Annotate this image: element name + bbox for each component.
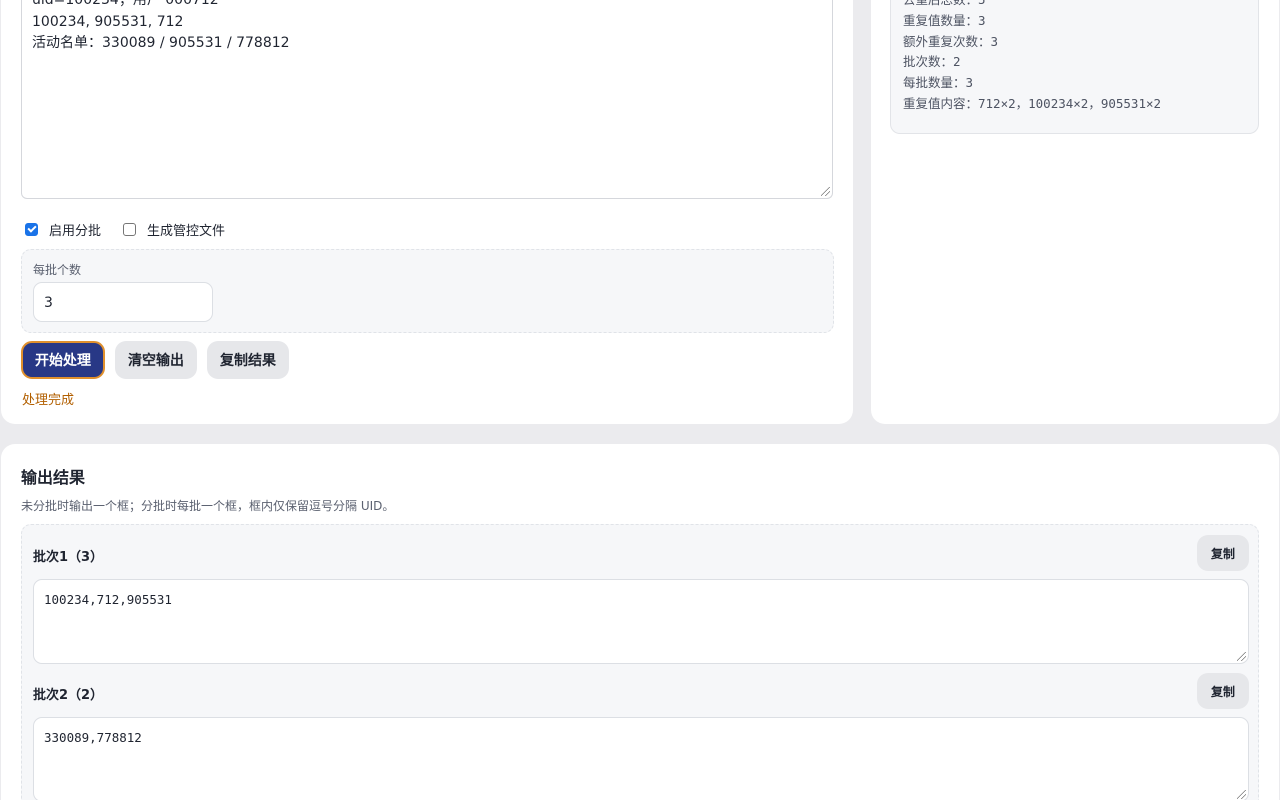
output-panel: 批次1（3） 复制 100234,712,905531 批次2（2） 复制 33… xyxy=(21,524,1259,800)
input-line: 活动名单：330089 / 905531 / 778812 xyxy=(32,35,290,51)
action-buttons: 开始处理 清空输出 复制结果 xyxy=(21,341,289,379)
stat-line: 重复值数量：3 xyxy=(903,12,986,28)
batch-size-input[interactable]: 3 xyxy=(33,282,213,322)
stat-line: 额外重复次数：3 xyxy=(903,33,999,49)
resize-handle[interactable] xyxy=(1237,790,1246,799)
control-file-checkbox-label[interactable]: 生成管控文件 xyxy=(147,220,225,239)
output-description: 未分批时输出一个框；分批时每批一个框，框内仅保留逗号分隔 UID。 xyxy=(21,499,395,513)
resize-handle[interactable] xyxy=(821,187,830,196)
batch-header: 批次2（2） 复制 xyxy=(33,673,1249,709)
batch-header: 批次1（3） 复制 xyxy=(33,535,1249,571)
batch-title: 批次1（3） xyxy=(33,550,104,565)
batch-output-textarea[interactable]: 330089,778812 xyxy=(33,717,1249,800)
copy-result-button[interactable]: 复制结果 xyxy=(207,341,289,379)
stat-line: 每批数量：3 xyxy=(903,75,974,91)
copy-batch-button[interactable]: 复制 xyxy=(1197,673,1249,709)
stats-card: 去重后总数：5 重复值数量：3 额外重复次数：3 批次数：2 每批数量：3 重复… xyxy=(871,0,1279,424)
resize-handle[interactable] xyxy=(1237,652,1246,661)
input-card: uid=100234；用户 000712 100234, 905531, 712… xyxy=(1,0,853,424)
start-button[interactable]: 开始处理 xyxy=(21,341,105,379)
batch-output-textarea[interactable]: 100234,712,905531 xyxy=(33,579,1249,664)
uid-input-textarea[interactable]: uid=100234；用户 000712 100234, 905531, 712… xyxy=(21,0,833,199)
batch-content: 330089,778812 xyxy=(44,730,142,745)
input-line: uid=100234；用户 000712 xyxy=(32,0,219,8)
clear-output-button[interactable]: 清空输出 xyxy=(115,341,197,379)
control-file-checkbox[interactable] xyxy=(123,223,137,236)
stat-line: 去重后总数：5 xyxy=(903,0,1246,11)
batch-block: 批次2（2） 复制 330089,778812 xyxy=(33,673,1249,800)
batch-checkbox[interactable] xyxy=(25,223,38,236)
stat-line: 批次数：2 xyxy=(903,54,961,70)
batch-title: 批次2（2） xyxy=(33,688,104,703)
output-card: 输出结果 未分批时输出一个框；分批时每批一个框，框内仅保留逗号分隔 UID。 批… xyxy=(1,444,1279,800)
copy-batch-button[interactable]: 复制 xyxy=(1197,535,1249,571)
status-text: 处理完成 xyxy=(22,393,75,408)
batch-size-label: 每批个数 xyxy=(33,263,82,277)
batch-content: 100234,712,905531 xyxy=(44,592,172,607)
batch-size-panel: 每批个数 3 xyxy=(21,249,834,333)
stat-line: 重复值内容：712×2，100234×2，905531×2 xyxy=(903,95,1162,111)
output-title: 输出结果 xyxy=(21,468,86,487)
options-row: 启用分批 生成管控文件 xyxy=(25,220,247,239)
batch-checkbox-label[interactable]: 启用分批 xyxy=(49,220,101,239)
stats-box: 去重后总数：5 重复值数量：3 额外重复次数：3 批次数：2 每批数量：3 重复… xyxy=(890,0,1259,134)
batch-block: 批次1（3） 复制 100234,712,905531 xyxy=(33,535,1249,664)
input-line: 100234, 905531, 712 xyxy=(32,13,184,30)
